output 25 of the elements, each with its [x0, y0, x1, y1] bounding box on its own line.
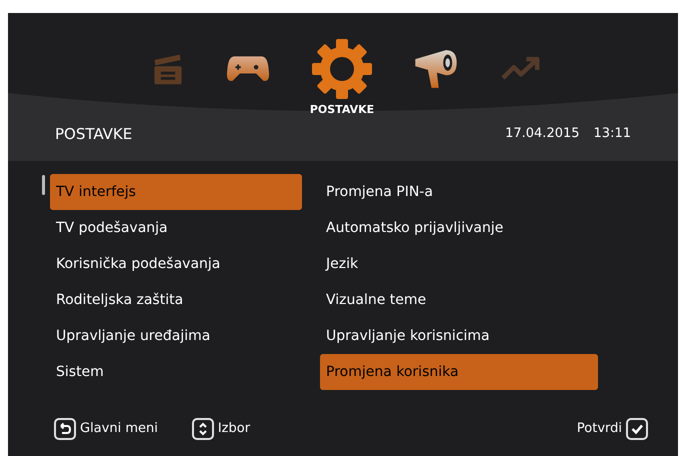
selected-section-label: POSTAVKE — [310, 102, 374, 118]
date-text: 17.04.2015 — [505, 125, 580, 144]
menu-item[interactable]: Korisnička podešavanja — [50, 246, 302, 282]
menu-item[interactable]: Sistem — [50, 354, 302, 390]
menu-item[interactable]: Upravljanje korisnicima — [320, 318, 598, 354]
scroll-indicator — [42, 175, 45, 195]
menu-item[interactable]: Upravljanje uređajima — [50, 318, 302, 354]
menu-item[interactable]: Automatsko prijavljivanje — [320, 210, 598, 246]
menu-item[interactable]: TV podešavanja — [50, 210, 302, 246]
back-key-icon — [54, 418, 76, 440]
menu-item[interactable]: TV interfejs — [50, 174, 302, 210]
menu-item[interactable]: Promjena korisnika — [320, 354, 598, 390]
key-hint-label: Glavni meni — [79, 420, 159, 438]
key-hint-label: Potvrdi — [576, 420, 623, 438]
up-down-key-icon — [192, 418, 214, 440]
check-key-icon — [626, 418, 648, 440]
menu-item[interactable]: Jezik — [320, 246, 598, 282]
megaphone-icon[interactable] — [414, 48, 458, 90]
menu-item[interactable]: Promjena PIN-a — [320, 174, 598, 210]
key-hint-label: Izbor — [216, 420, 252, 438]
clock-time: 13:11 — [594, 125, 631, 144]
menu-item[interactable]: Roditeljska zaštita — [50, 282, 302, 318]
settings-icon[interactable] — [311, 38, 373, 100]
menu-item[interactable]: Vizualne teme — [320, 282, 598, 318]
page-title: POSTAVKE — [55, 124, 132, 145]
